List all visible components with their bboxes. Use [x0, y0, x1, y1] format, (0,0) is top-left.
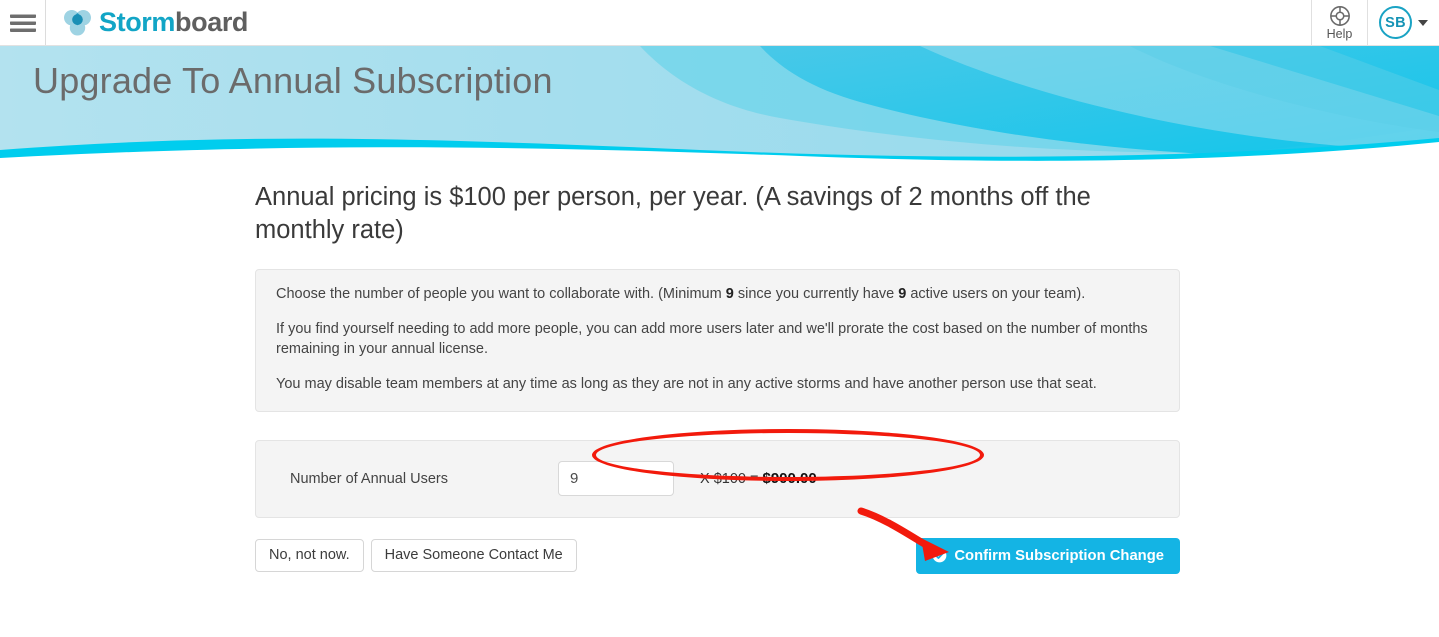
page-title: Upgrade To Annual Subscription: [33, 60, 553, 101]
confirm-button-label: Confirm Subscription Change: [954, 547, 1164, 564]
help-button[interactable]: Help: [1311, 0, 1367, 45]
stormboard-logo-icon: [64, 9, 91, 36]
circle-check-icon: [932, 548, 947, 563]
info-p1-part-b: since you currently have: [733, 286, 899, 303]
minimum-users-value: 9: [725, 286, 734, 303]
info-panel: Choose the number of people you want to …: [255, 269, 1180, 412]
info-p1-part-c: active users on your team).: [906, 286, 1086, 303]
total-price-value: $900.00: [762, 470, 817, 488]
help-label: Help: [1326, 26, 1353, 41]
decline-button[interactable]: No, not now.: [255, 539, 364, 573]
annual-users-label: Number of Annual Users: [290, 470, 448, 487]
user-account-menu[interactable]: SB: [1367, 0, 1439, 45]
info-paragraph-1: Choose the number of people you want to …: [276, 284, 1159, 305]
brand-text-board: board: [175, 7, 249, 37]
page-banner: Upgrade To Annual Subscription: [0, 46, 1439, 163]
info-paragraph-2: If you find yourself needing to add more…: [276, 320, 1148, 358]
nav-right-group: Help SB: [1311, 0, 1439, 45]
annual-users-panel: Number of Annual Users X $100 = $900.00: [255, 428, 1180, 518]
brand-logo-link[interactable]: Stormboard: [46, 0, 248, 45]
info-paragraph-3: You may disable team members at any time…: [276, 375, 1097, 392]
lifebuoy-icon: [1329, 5, 1350, 26]
chevron-down-icon: [1418, 19, 1428, 26]
menu-toggle-button[interactable]: [0, 0, 46, 45]
content-column: Annual pricing is $100 per person, per y…: [255, 181, 1181, 574]
price-calculation: X $100 = $900.00: [700, 470, 817, 487]
annual-users-input[interactable]: [558, 461, 674, 497]
action-button-row: No, not now. Have Someone Contact Me Con…: [255, 507, 1180, 574]
price-multiplier-text: X $100 =: [700, 471, 763, 488]
contact-me-button[interactable]: Have Someone Contact Me: [370, 539, 577, 573]
confirm-subscription-button[interactable]: Confirm Subscription Change: [916, 537, 1180, 574]
avatar: SB: [1379, 6, 1412, 39]
info-p1-part-a: Choose the number of people you want to …: [276, 286, 726, 303]
brand-wordmark: Stormboard: [99, 9, 248, 36]
top-navigation-bar: Stormboard Help SB: [0, 0, 1439, 46]
main-content: Annual pricing is $100 per person, per y…: [0, 163, 1439, 574]
pricing-headline: Annual pricing is $100 per person, per y…: [255, 183, 1091, 244]
brand-text-storm: Storm: [99, 7, 176, 37]
hamburger-icon: [9, 11, 36, 35]
